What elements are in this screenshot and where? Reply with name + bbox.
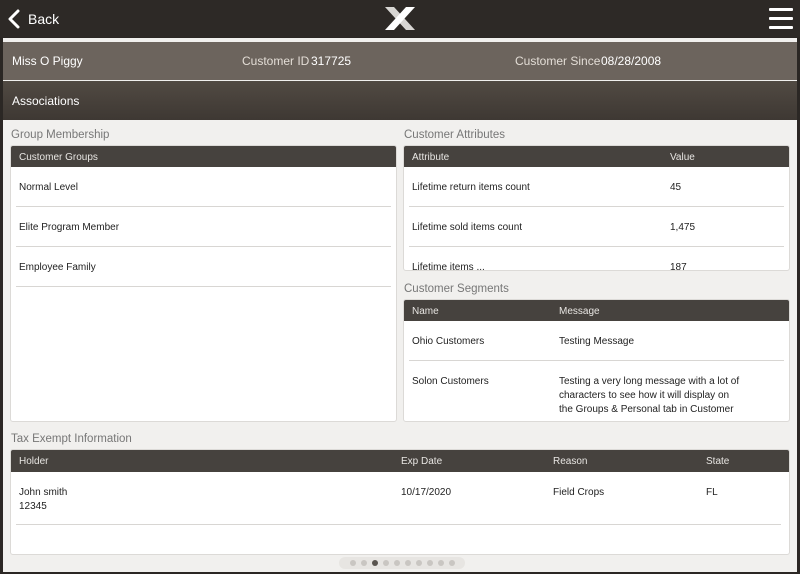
table-row: Lifetime sold items count 1,475 [409, 207, 784, 247]
customer-detail-page: Miss O Piggy Customer ID 317725 Customer… [3, 38, 797, 572]
page-dot[interactable] [404, 560, 411, 566]
attribute-column-header: Attribute [412, 152, 450, 163]
customer-since-label: Customer Since [515, 54, 601, 68]
exp-date-column-header: Exp Date [401, 456, 443, 467]
page-dot[interactable] [393, 560, 400, 566]
tax-exempt-title: Tax Exempt Information [11, 433, 132, 445]
attribute-name: Lifetime sold items count [412, 222, 523, 233]
holder-column-header: Holder [19, 456, 49, 467]
table-row: Lifetime return items count 45 [409, 167, 784, 207]
state-column-header: State [706, 456, 730, 467]
customer-name: Miss O Piggy [12, 54, 83, 68]
tax-exempt-panel: Holder Exp Date Reason State John smith … [10, 449, 790, 555]
customer-segments-panel: Name Message Ohio Customers Testing Mess… [403, 299, 790, 422]
exp-date: 10/17/2020 [401, 487, 452, 498]
group-label: Employee Family [19, 262, 96, 273]
back-label: Back [28, 11, 60, 27]
message-column-header: Message [559, 306, 600, 317]
page-dot[interactable] [349, 560, 356, 566]
list-item[interactable]: Normal Level [16, 167, 391, 207]
associations-title: Associations [12, 94, 80, 108]
reason-column-header: Reason [553, 456, 588, 467]
customer-since-value: 08/28/2008 [601, 54, 662, 68]
customer-attributes-panel: Attribute Value Lifetime return items co… [403, 145, 790, 271]
page-dot[interactable] [360, 560, 367, 566]
attribute-name: Lifetime return items count [412, 182, 530, 193]
chevron-left-icon [8, 9, 20, 29]
attribute-name: Lifetime items ... [412, 262, 485, 271]
attribute-value: 1,475 [670, 222, 696, 233]
table-row[interactable]: John smith 12345 10/17/2020 Field Crops … [16, 472, 781, 525]
table-row: Lifetime items ... 187 [409, 247, 784, 271]
state: FL [706, 487, 718, 498]
group-label: Elite Program Member [19, 222, 120, 233]
segments-table-header: Name Message [404, 300, 789, 321]
group-membership-panel: Customer Groups Normal Level Elite Progr… [10, 145, 397, 422]
page-dot-active[interactable] [371, 560, 378, 566]
segment-name: Ohio Customers [412, 336, 485, 347]
hamburger-menu-icon[interactable] [769, 8, 793, 30]
tax-exempt-table-header: Holder Exp Date Reason State [11, 450, 789, 472]
customer-header: Miss O Piggy Customer ID 317725 Customer… [3, 42, 797, 80]
holder-name: John smith [19, 487, 68, 498]
segment-message-line: Testing a very long message with a lot o… [559, 376, 740, 387]
top-navigation-bar: Back [0, 0, 800, 37]
attribute-value: 45 [670, 182, 682, 193]
associations-tab-header: Associations [3, 81, 797, 120]
attribute-value: 187 [670, 262, 687, 271]
segment-message-line: characters to see how it will display on [559, 390, 730, 401]
holder-id: 12345 [19, 501, 47, 512]
customer-groups-header-label: Customer Groups [19, 152, 98, 163]
list-item[interactable]: Elite Program Member [16, 207, 391, 247]
table-row: Ohio Customers Testing Message [409, 321, 784, 361]
segment-message: Testing Message [559, 336, 635, 347]
customer-segments-title: Customer Segments [404, 283, 509, 295]
value-column-header: Value [670, 152, 695, 163]
page-dot[interactable] [437, 560, 444, 566]
page-indicator[interactable] [339, 557, 465, 569]
customer-groups-header: Customer Groups [11, 146, 396, 167]
name-column-header: Name [412, 306, 439, 317]
segment-message-line: the Groups & Personal tab in Customer [559, 404, 734, 415]
segment-name: Solon Customers [412, 376, 489, 387]
customer-id-label: Customer ID [242, 54, 310, 68]
reason: Field Crops [553, 487, 605, 498]
page-dot[interactable] [426, 560, 433, 566]
group-membership-title: Group Membership [11, 129, 110, 141]
page-dot[interactable] [415, 560, 422, 566]
back-button[interactable]: Back [8, 8, 59, 30]
group-label: Normal Level [19, 182, 78, 193]
page-dot[interactable] [448, 560, 455, 566]
x-logo [385, 7, 415, 30]
attributes-table-header: Attribute Value [404, 146, 789, 167]
customer-attributes-title: Customer Attributes [404, 129, 505, 141]
page-dot[interactable] [382, 560, 389, 566]
list-item[interactable]: Employee Family [16, 247, 391, 287]
customer-id-value: 317725 [311, 54, 352, 68]
table-row: Solon Customers Testing a very long mess… [409, 361, 784, 421]
